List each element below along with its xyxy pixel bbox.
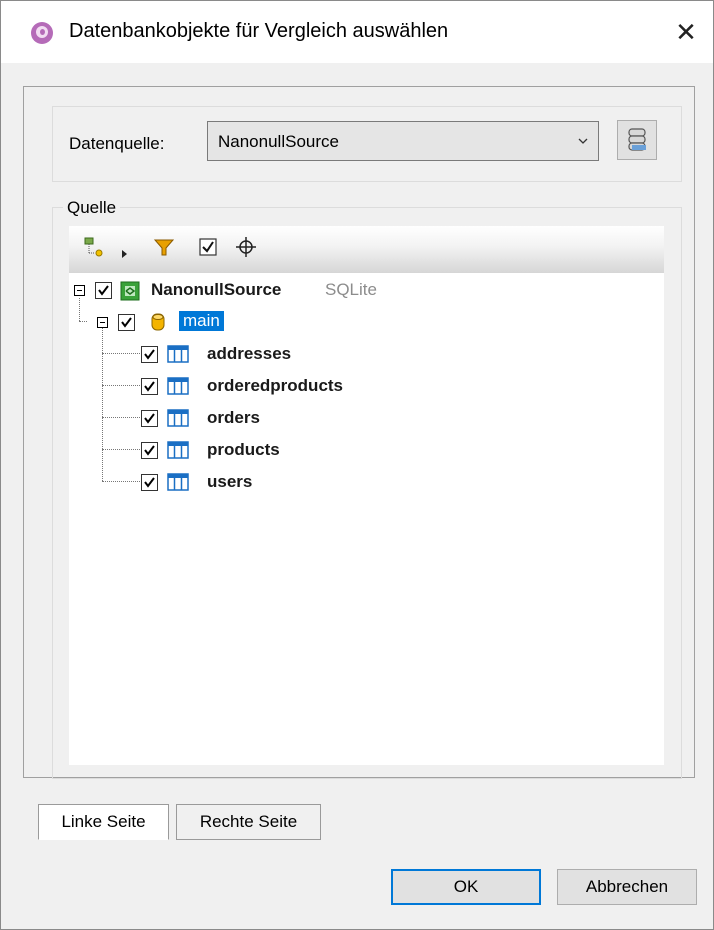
table-checkbox[interactable]	[141, 410, 158, 427]
source-group-label: Quelle	[63, 198, 121, 218]
tree-toolbar	[69, 226, 664, 274]
table-label: orderedproducts	[207, 376, 344, 395]
root-checkbox[interactable]	[95, 282, 112, 299]
tree-schema-row[interactable]: main	[69, 309, 269, 335]
table-checkbox[interactable]	[141, 346, 158, 363]
table-icon	[167, 441, 189, 459]
checkmark-icon	[144, 349, 155, 360]
table-row[interactable]: products	[69, 437, 369, 463]
table-icon	[167, 377, 189, 395]
table-label: users	[207, 472, 253, 491]
dialog-title: Datenbankobjekte für Vergleich auswählen	[69, 20, 449, 42]
tree-root-row[interactable]: NanonullSource SQLite	[69, 277, 429, 303]
schema-checkbox[interactable]	[118, 314, 135, 331]
checkmark-icon	[144, 413, 155, 424]
ok-button[interactable]: OK	[391, 869, 541, 905]
root-label: NanonullSource	[151, 280, 282, 299]
app-logo-icon	[31, 22, 53, 44]
datasource-icon	[120, 281, 140, 301]
checkmark-icon	[144, 381, 155, 392]
table-row[interactable]: addresses	[69, 341, 369, 367]
tab-right-side[interactable]: Rechte Seite	[176, 804, 321, 840]
table-checkbox[interactable]	[141, 442, 158, 459]
table-row[interactable]: orderedproducts	[69, 373, 389, 399]
title-bar: Datenbankobjekte für Vergleich auswählen…	[1, 1, 713, 63]
checkmark-icon	[144, 445, 155, 456]
database-icon	[151, 313, 165, 331]
table-label: addresses	[207, 344, 292, 363]
datasource-value: NanonullSource	[218, 132, 339, 151]
datasource-select[interactable]: NanonullSource	[207, 121, 599, 161]
table-icon	[167, 345, 189, 363]
dropdown-arrow-icon[interactable]	[121, 243, 129, 265]
table-checkbox[interactable]	[141, 378, 158, 395]
collapse-toggle[interactable]	[74, 285, 85, 296]
table-icon	[167, 409, 189, 427]
connect-datasource-button[interactable]	[617, 120, 657, 160]
collapse-toggle[interactable]	[97, 317, 108, 328]
table-checkbox[interactable]	[141, 474, 158, 491]
table-row[interactable]: users	[69, 469, 369, 495]
table-icon	[167, 473, 189, 491]
schema-label: main	[179, 311, 224, 331]
crosshair-icon[interactable]	[235, 236, 257, 258]
filter-icon[interactable]	[153, 236, 175, 258]
root-type-label: SQLite	[325, 280, 377, 299]
checkmark-icon	[144, 477, 155, 488]
table-label: products	[207, 440, 280, 459]
table-row[interactable]: orders	[69, 405, 369, 431]
cancel-button[interactable]: Abbrechen	[557, 869, 697, 905]
chevron-down-icon	[578, 138, 588, 144]
object-locator-icon[interactable]	[83, 236, 105, 258]
table-label: orders	[207, 408, 260, 427]
close-button[interactable]: ✕	[669, 15, 703, 49]
checkmark-icon	[98, 285, 109, 296]
checkmark-icon	[121, 317, 132, 328]
object-tree: NanonullSource SQLite main addresses ord…	[69, 273, 664, 765]
compare-objects-dialog: Datenbankobjekte für Vergleich auswählen…	[0, 0, 714, 930]
check-all-icon[interactable]	[197, 236, 219, 258]
tab-left-side[interactable]: Linke Seite	[38, 804, 169, 840]
database-connection-icon	[628, 128, 646, 151]
datasource-label: Datenquelle:	[69, 134, 165, 153]
